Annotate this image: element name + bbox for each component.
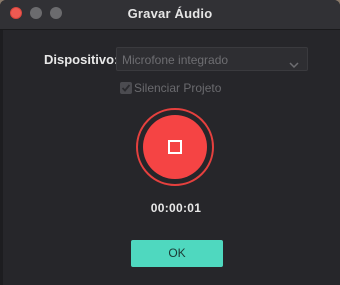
- chevron-down-icon: [289, 56, 299, 69]
- stop-record-button[interactable]: [143, 115, 207, 179]
- dialog-title: Gravar Áudio: [127, 6, 213, 21]
- device-select[interactable]: Microfone integrado: [116, 47, 308, 71]
- mute-label: Silenciar Projeto: [134, 81, 222, 95]
- mute-checkbox[interactable]: [120, 82, 132, 94]
- elapsed-time: 00:00:01: [150, 201, 202, 215]
- stop-icon: [168, 140, 182, 154]
- window-edge: [0, 30, 3, 285]
- checkmark-icon: [121, 84, 131, 92]
- record-button-ring: [136, 108, 214, 186]
- device-label: Dispositivo:: [44, 52, 119, 67]
- record-audio-dialog: Gravar Áudio Dispositivo: Microfone inte…: [0, 0, 340, 285]
- title-bar: Gravar Áudio: [0, 0, 340, 30]
- device-select-value: Microfone integrado: [122, 53, 229, 67]
- ok-button[interactable]: OK: [131, 240, 223, 267]
